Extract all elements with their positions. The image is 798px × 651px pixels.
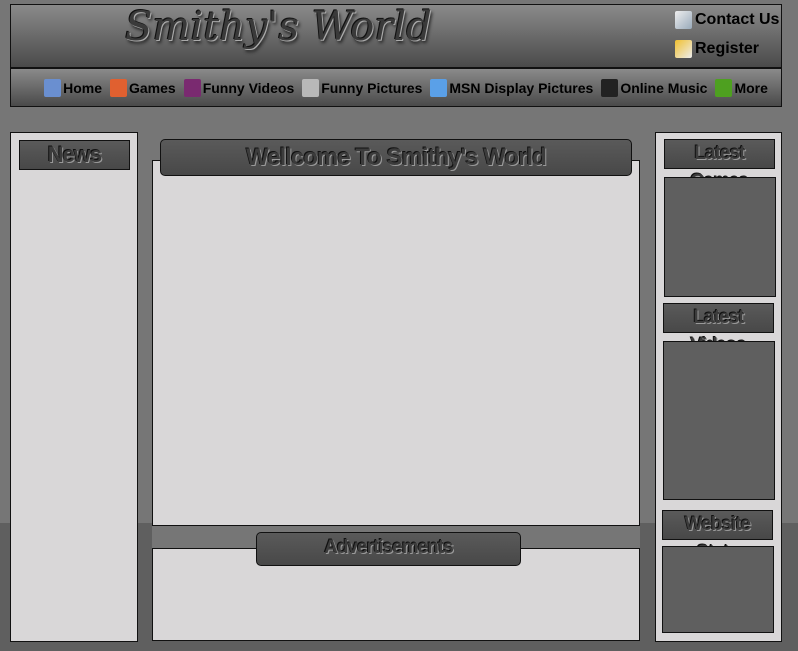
home-icon — [44, 78, 62, 97]
news-column — [10, 132, 138, 642]
ads-heading: Advertisements — [256, 532, 521, 566]
contact-us-link[interactable]: Contact Us — [675, 11, 779, 29]
envelope-icon — [675, 11, 692, 29]
nav-item-label: Online Music — [620, 79, 708, 96]
nav-item-label: Funny Pictures — [321, 79, 423, 96]
website-stats-box — [662, 546, 774, 633]
nav-item-label: More — [734, 79, 768, 96]
nav-item-games[interactable]: Games — [110, 78, 176, 97]
nav-item-label: MSN Display Pictures — [449, 79, 594, 96]
nav-item-home[interactable]: Home — [44, 78, 102, 97]
website-stats-heading: Website Stats — [662, 510, 773, 563]
contact-us-label: Contact Us — [695, 11, 780, 28]
news-heading: News — [19, 140, 130, 170]
welcome-content — [152, 160, 640, 526]
nav-item-funny-pictures[interactable]: Funny Pictures — [302, 78, 423, 97]
nav-item-label: Funny Videos — [202, 79, 295, 96]
nav-item-msn-display-pictures[interactable]: MSN Display Pictures — [430, 78, 594, 97]
welcome-heading: Wellcome To Smithy's World — [160, 139, 632, 176]
pencil-icon — [675, 40, 692, 58]
camera-icon — [302, 78, 320, 97]
nav-item-more[interactable]: More — [715, 78, 768, 97]
nav-item-label: Games — [129, 79, 176, 96]
games-icon — [110, 78, 127, 97]
latest-videos-box — [663, 341, 775, 500]
latest-games-box — [664, 177, 776, 297]
nav-item-funny-videos[interactable]: Funny Videos — [183, 78, 295, 97]
latest-games-heading: Latest Games — [664, 139, 775, 192]
headphones-icon — [601, 78, 619, 97]
more-icon — [715, 78, 733, 97]
register-label: Register — [695, 40, 760, 57]
user-icon — [430, 78, 448, 97]
nav-item-label: Home — [63, 79, 102, 96]
register-link[interactable]: Register — [675, 40, 759, 58]
main-nav: Home Games Funny Videos Funny Pictures MSN D… — [10, 68, 782, 107]
latest-videos-heading: Latest Videos — [663, 303, 774, 356]
site-title[interactable]: Smithy's World — [125, 4, 432, 50]
nav-item-online-music[interactable]: Online Music — [601, 78, 708, 97]
film-icon — [183, 78, 201, 97]
